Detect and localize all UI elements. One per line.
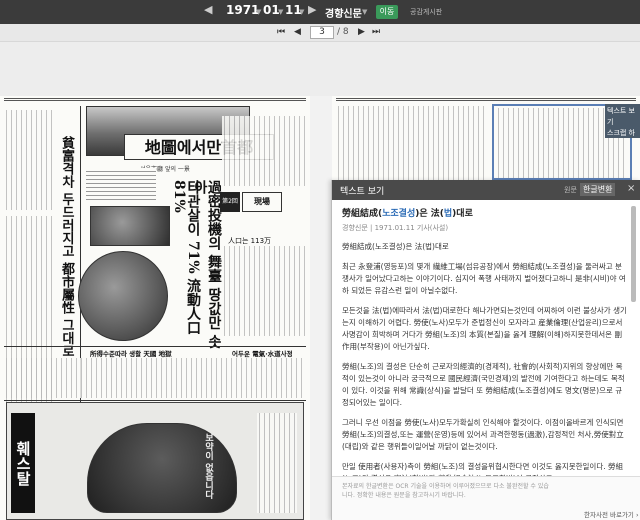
panel-header: 텍스트 보기 원문 한글변환 × [332, 180, 640, 200]
viewer-margin [0, 42, 640, 96]
toolbar: ◀ 1971 ▼ 01 ▼ 11 ▼ ▶ 경향신문 ▼ 이동 공감게시판 [0, 0, 640, 24]
page-total: / 8 [337, 27, 349, 37]
newspaper-select[interactable]: 경향신문 [325, 5, 362, 20]
article-paragraph: 모든것을 法(법)에따라서 法(법)대로한다 해나가면되는것인데 어찌하여 이런… [342, 306, 627, 351]
next-page-icon[interactable]: ▶ [358, 27, 365, 37]
public-board-link[interactable]: 공감게시판 [410, 7, 442, 17]
last-page-icon[interactable]: ⏭ [372, 27, 380, 37]
advertisement: 훼스탈 보약이 없읍니다 [6, 402, 304, 520]
ad-pot-image [87, 423, 237, 513]
ad-brand: 훼스탈 [11, 413, 35, 513]
page-navigation: ⏮ ◀ 3 / 8 ▶ ⏭ [0, 24, 640, 42]
article-body: 勞組結成(노조결성)은 法(법)대로 경향신문 | 1971.01.11 기사(… [342, 206, 628, 476]
bottom-caption: 어두운 電氣·水道사정 [232, 350, 293, 358]
side-menu[interactable]: 텍스트 보기 스크랩 하기 [605, 104, 640, 138]
text-column [4, 110, 54, 210]
section-box: 第2回 [220, 192, 240, 212]
text-view-tab[interactable]: 텍스트 보기 [607, 106, 638, 128]
panel-footer: 본자료의 한글변환은 OCR 기술을 이용하여 이루어졌으므로 다소 불완전할 … [332, 476, 640, 520]
ad-text [257, 413, 297, 513]
original-toggle[interactable]: 원문 [564, 185, 577, 195]
photo-caption: 所得수준따라 생활 天國 地獄 [90, 350, 172, 358]
hangul-convert-button[interactable]: 한글변환 [580, 183, 616, 196]
article-meta: 경향신문 | 1971.01.11 기사(사설) [342, 224, 449, 232]
page-number-input[interactable]: 3 [310, 26, 334, 39]
scrap-tab[interactable]: 스크랩 하기 [607, 128, 638, 138]
text-column [222, 116, 306, 186]
year-caret-icon[interactable]: ▼ [256, 8, 261, 16]
text-column [336, 106, 486, 186]
article-paragraph: 최근 永登浦(영등포)의 몇개 繊維工場(섬유공장)에서 勞組結成(노조결성)을… [342, 262, 626, 295]
article-title: 勞組結成(노조결성)은 法(법)대로 [342, 209, 473, 219]
move-button[interactable]: 이동 [376, 5, 398, 19]
panel-scrollbar[interactable] [631, 206, 636, 302]
day-caret-icon[interactable]: ▼ [299, 8, 304, 16]
section-box-title: 現場 [242, 192, 282, 212]
prev-date-icon[interactable]: ◀ [204, 3, 212, 16]
street-photo [90, 206, 170, 246]
article-paragraph: 그러니 우선 이점을 勞使(노사)모두가확실히 인식해야 할것이다. 이점이올바… [342, 418, 624, 451]
newspaper-caret-icon[interactable]: ▼ [362, 8, 367, 16]
first-page-icon[interactable]: ⏮ [277, 27, 285, 37]
ad-copy: 보약이 없읍니다 [203, 433, 213, 500]
page-header-rule [336, 98, 636, 101]
close-icon[interactable]: × [627, 183, 635, 194]
data-table [86, 168, 156, 202]
crowd-photo [78, 251, 168, 341]
text-column [4, 358, 306, 398]
next-date-icon[interactable]: ▶ [308, 3, 316, 16]
month-caret-icon[interactable]: ▼ [278, 8, 283, 16]
panel-title: 텍스트 보기 [340, 187, 385, 197]
population-label: 人口는 113万 [228, 237, 272, 245]
text-column [222, 246, 306, 336]
article-paragraph: 勞組(노조)의 결성은 단순히 근로자의經濟的(경제적), 社會的(사회적)지위… [342, 362, 625, 407]
text-view-panel: 텍스트 보기 원문 한글변환 × 勞組結成(노조결성)은 法(법)대로 경향신문… [331, 180, 640, 520]
headline-center2: 過密投機의 舞臺 땅값만 솟아 [192, 180, 222, 349]
article-paragraph: 만일 使用者(사용자)측이 勞組(노조)의 결성을위협시한다면 이것도 옳지못한… [342, 462, 623, 476]
year-value[interactable]: 1971 [226, 3, 259, 17]
page-header-rule [4, 98, 306, 101]
dictionary-link[interactable]: 한자사전 바로가기 › [584, 509, 639, 519]
ad-rule [4, 400, 306, 401]
section-rule [4, 346, 306, 347]
ocr-footnote: 본자료의 한글변환은 OCR 기술을 이용하여 이루어졌으므로 다소 불완전할 … [342, 483, 549, 499]
prev-page-icon[interactable]: ◀ [294, 27, 301, 37]
article-paragraph: 勞組結成(노조결성)은 法(법)대로 [342, 242, 449, 251]
newspaper-page-left[interactable]: 貧富격차 두드러지고 都市屬性 그대로 地圖에서만首都 서울市廳 앞의 一景 타… [0, 96, 310, 520]
